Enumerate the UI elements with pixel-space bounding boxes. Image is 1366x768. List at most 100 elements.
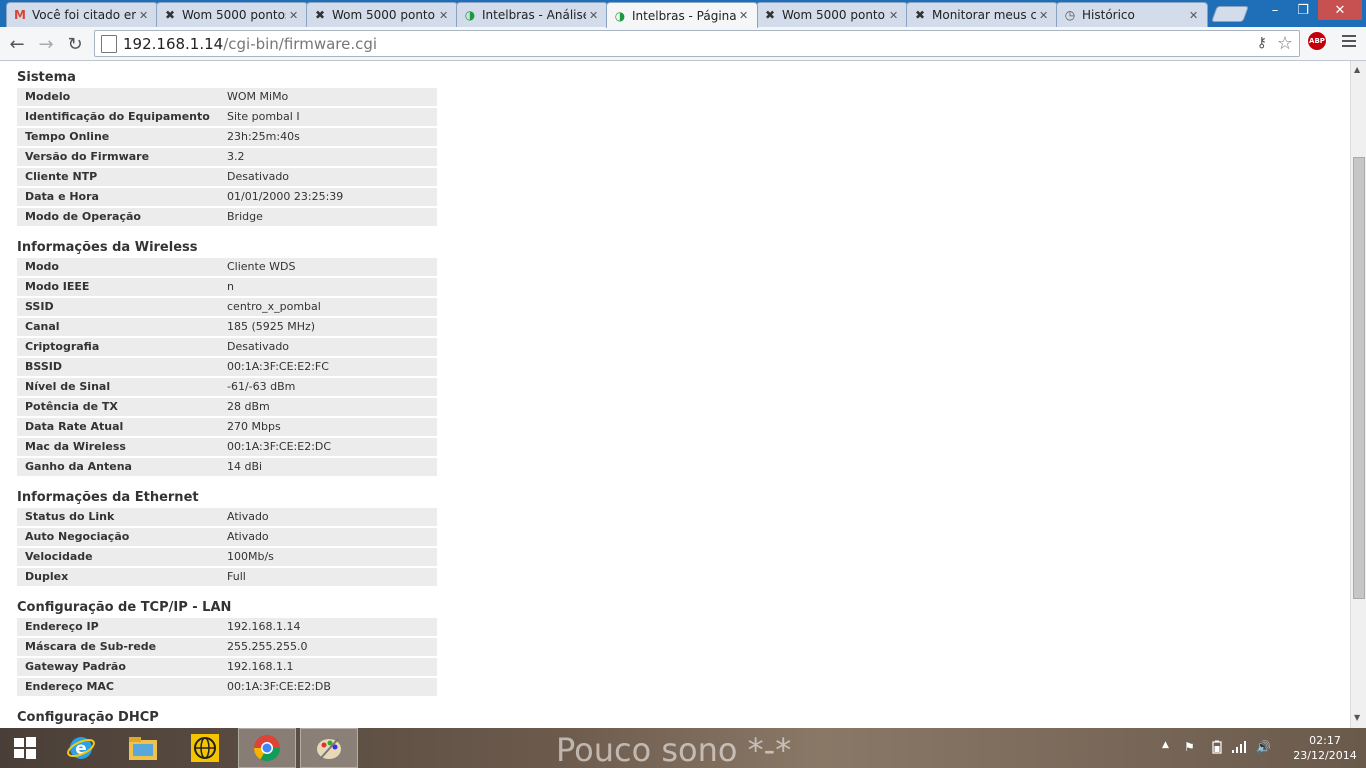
section-title: Informações da Ethernet	[17, 490, 199, 505]
info-row: Endereço MAC 00:1A:3F:CE:E2:DB	[17, 678, 437, 696]
info-label: Potência de TX	[25, 400, 118, 413]
address-bar[interactable]: 192.168.1.14/cgi-bin/firmware.cgi ⚷ ☆	[94, 30, 1300, 57]
info-value: 00:1A:3F:CE:E2:DC	[227, 440, 332, 453]
tab-title: Wom 5000 pontos	[182, 8, 286, 22]
maximize-button[interactable]: ❐	[1290, 0, 1316, 20]
scroll-up-icon[interactable]: ▲	[1354, 65, 1360, 74]
close-tab-icon[interactable]: ✕	[139, 9, 151, 22]
windows-start-icon[interactable]	[0, 728, 50, 768]
new-tab-button[interactable]	[1211, 6, 1249, 22]
back-arrow-icon[interactable]: ←	[4, 31, 30, 57]
chrome-icon[interactable]	[238, 728, 296, 768]
system-clock[interactable]: 02:17 23/12/2014	[1290, 733, 1360, 763]
close-tab-icon[interactable]: ✕	[889, 9, 901, 22]
info-label: Modo	[25, 260, 59, 273]
browser-tab[interactable]: ✖ Wom 5000 ponto ✕	[306, 2, 458, 27]
info-label: Modo de Operação	[25, 210, 141, 223]
info-label: Data e Hora	[25, 190, 99, 203]
wifi-signal-icon[interactable]	[1231, 740, 1247, 757]
browser-tab[interactable]: ✖ Wom 5000 pontos ✕	[156, 2, 308, 27]
info-row: Criptografia Desativado	[17, 338, 437, 356]
browser-tab[interactable]: ✖ Monitorar meus cl ✕	[906, 2, 1058, 27]
browser-tab[interactable]: ◷ Histórico ✕	[1056, 2, 1208, 27]
info-row: Tempo Online 23h:25m:40s	[17, 128, 437, 146]
info-row: Modo IEEE n	[17, 278, 437, 296]
site-x-icon: ✖	[764, 8, 776, 22]
info-row: Modo Cliente WDS	[17, 258, 437, 276]
info-value: Ativado	[227, 530, 269, 543]
info-value: -61/-63 dBm	[227, 380, 296, 393]
page-icon	[101, 34, 117, 53]
info-row: Modo de Operação Bridge	[17, 208, 437, 226]
gmail-icon: M	[14, 8, 26, 22]
info-row: Máscara de Sub-rede 255.255.255.0	[17, 638, 437, 656]
info-value: Cliente WDS	[227, 260, 296, 273]
info-value: 192.168.1.14	[227, 620, 301, 633]
info-row: Endereço IP 192.168.1.14	[17, 618, 437, 636]
info-value: 23h:25m:40s	[227, 130, 300, 143]
section-title: Configuração DHCP	[17, 710, 159, 725]
url-host: 192.168.1.14	[123, 34, 224, 53]
paint-icon[interactable]	[300, 728, 358, 768]
close-tab-icon[interactable]: ✕	[739, 9, 751, 22]
close-tab-icon[interactable]: ✕	[589, 9, 601, 22]
tab-title: Wom 5000 ponto	[332, 8, 435, 22]
adblock-plus-icon[interactable]: ABP	[1307, 31, 1327, 51]
info-value: Full	[227, 570, 246, 583]
info-label: Auto Negociação	[25, 530, 130, 543]
volume-icon[interactable]: 🔊	[1256, 740, 1271, 754]
vertical-scrollbar[interactable]: ▲ ▼	[1350, 61, 1366, 728]
key-icon[interactable]: ⚷	[1257, 35, 1267, 51]
site-x-icon: ✖	[914, 8, 926, 22]
info-label: Canal	[25, 320, 60, 333]
close-window-button[interactable]: ✕	[1318, 0, 1362, 20]
site-x-icon: ✖	[164, 8, 176, 22]
reload-icon[interactable]: ↻	[62, 31, 88, 57]
info-row: Cliente NTP Desativado	[17, 168, 437, 186]
network-globe-icon[interactable]	[176, 728, 234, 768]
info-value: 00:1A:3F:CE:E2:FC	[227, 360, 329, 373]
browser-tab[interactable]: ◑ Intelbras - Análise ✕	[456, 2, 608, 27]
intelbras-icon: ◑	[464, 8, 476, 22]
info-value: 01/01/2000 23:25:39	[227, 190, 344, 203]
clock-date: 23/12/2014	[1293, 749, 1357, 762]
info-label: Gateway Padrão	[25, 660, 126, 673]
close-tab-icon[interactable]: ✕	[1189, 9, 1201, 22]
info-label: Identificação do Equipamento	[25, 110, 210, 123]
info-row: Duplex Full	[17, 568, 437, 586]
section-title: Informações da Wireless	[17, 240, 198, 255]
info-row: Canal 185 (5925 MHz)	[17, 318, 437, 336]
info-value: 192.168.1.1	[227, 660, 294, 673]
battery-icon[interactable]	[1212, 740, 1222, 757]
forward-arrow-icon[interactable]: →	[33, 31, 59, 57]
info-label: Velocidade	[25, 550, 93, 563]
minimize-button[interactable]: –	[1262, 0, 1288, 20]
scroll-down-icon[interactable]: ▼	[1354, 713, 1360, 722]
show-hidden-icons[interactable]: ▲	[1162, 740, 1169, 750]
tab-strip: M Você foi citado em ✕ ✖ Wom 5000 pontos ✕ ✖ Wo…	[0, 0, 1366, 28]
file-explorer-icon[interactable]	[114, 728, 172, 768]
menu-icon[interactable]	[1342, 35, 1356, 50]
tab-title: Intelbras - Análise	[482, 8, 586, 22]
close-tab-icon[interactable]: ✕	[1039, 9, 1051, 22]
section-title: Sistema	[17, 70, 76, 85]
info-label: Endereço MAC	[25, 680, 115, 693]
browser-tab[interactable]: M Você foi citado em ✕	[6, 2, 158, 27]
tab-title: Histórico	[1082, 8, 1135, 22]
info-value: centro_x_pombal	[227, 300, 321, 313]
section-title: Configuração de TCP/IP - LAN	[17, 600, 232, 615]
info-label: Modelo	[25, 90, 71, 103]
bookmark-star-icon[interactable]: ☆	[1277, 33, 1293, 54]
page-content: Sistema Modelo WOM MiMo Identificação do Eq…	[0, 61, 1350, 728]
browser-tab[interactable]: ◑ Intelbras - Página ✕	[606, 2, 758, 28]
intelbras-icon: ◑	[614, 8, 626, 23]
internet-explorer-icon[interactable]: e	[52, 728, 110, 768]
close-tab-icon[interactable]: ✕	[289, 9, 301, 22]
action-center-flag-icon[interactable]: ⚑	[1184, 740, 1195, 754]
info-row: Versão do Firmware 3.2	[17, 148, 437, 166]
info-label: Ganho da Antena	[25, 460, 132, 473]
close-tab-icon[interactable]: ✕	[439, 9, 451, 22]
browser-tab[interactable]: ✖ Wom 5000 ponto ✕	[756, 2, 908, 27]
scrollbar-thumb[interactable]	[1353, 157, 1365, 599]
info-row: Ganho da Antena 14 dBi	[17, 458, 437, 476]
